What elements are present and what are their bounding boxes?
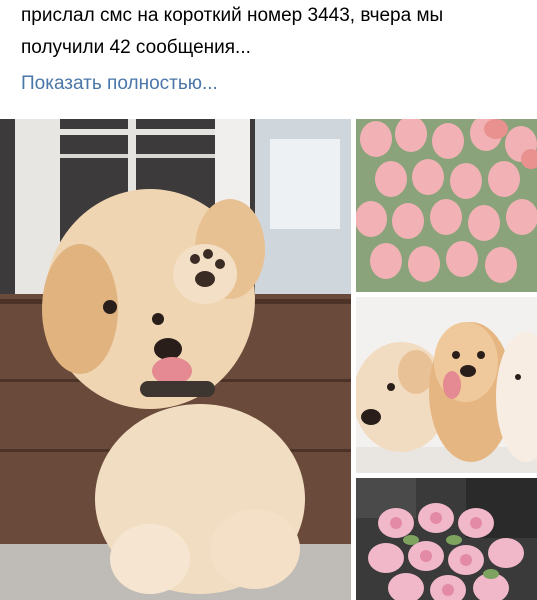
photo-tulips[interactable] (356, 119, 537, 292)
photo-gallery (0, 119, 537, 600)
puppies-image (356, 297, 537, 473)
photo-puppy[interactable] (0, 119, 351, 600)
tulips-image (356, 119, 537, 292)
photo-peonies[interactable] (356, 478, 537, 600)
peonies-image (356, 478, 537, 600)
puppy-image (0, 119, 351, 600)
photo-puppies[interactable] (356, 297, 537, 473)
show-more-link[interactable]: Показать полностью... (21, 70, 218, 98)
post-text: прислал смс на короткий номер 3443, вчер… (21, 0, 521, 64)
post-text-line-2: получили 42 сообщения... (21, 37, 251, 58)
post-text-line-1: прислал смс на короткий номер 3443, вчер… (21, 5, 444, 26)
